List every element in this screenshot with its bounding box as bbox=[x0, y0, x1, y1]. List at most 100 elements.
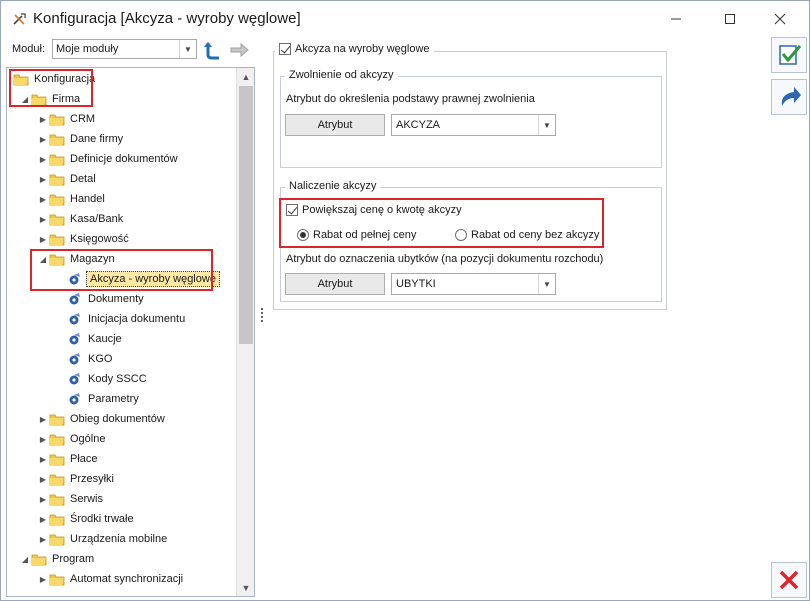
back-button[interactable] bbox=[771, 79, 807, 115]
tree-item[interactable]: ▶ Kasa/Bank bbox=[7, 209, 236, 229]
expand-arrow-icon[interactable]: ▶ bbox=[37, 129, 49, 149]
chevron-down-icon[interactable]: ▼ bbox=[179, 40, 196, 58]
tree-rows: Konfiguracja ◢ Firma ▶ CRM ▶ Dane firmy ▶ Defini… bbox=[7, 68, 236, 596]
tree-item[interactable]: ▶ Środki trwałe bbox=[7, 509, 236, 529]
scroll-thumb[interactable] bbox=[239, 86, 253, 344]
tree-item[interactable]: ▶ Serwis bbox=[7, 489, 236, 509]
expand-arrow-icon[interactable]: ▶ bbox=[37, 109, 49, 129]
scroll-up-icon[interactable]: ▲ bbox=[237, 68, 254, 85]
excise-main-legend[interactable]: Akcyza na wyroby węglowe bbox=[275, 43, 434, 55]
save-check-icon bbox=[779, 45, 802, 65]
tree-item-label: Program bbox=[52, 553, 95, 565]
collapse-arrow-icon[interactable]: ◢ bbox=[37, 249, 49, 269]
folder-icon bbox=[13, 72, 29, 86]
maximize-button[interactable] bbox=[707, 1, 753, 37]
excise-checkbox[interactable] bbox=[279, 43, 291, 55]
exemption-attribute-select[interactable]: AKCYZA ▼ bbox=[391, 114, 556, 136]
minimize-button[interactable] bbox=[653, 1, 699, 37]
exemption-description: Atrybut do określenia podstawy prawnej z… bbox=[286, 93, 535, 105]
tree-item[interactable]: ▶ CRM bbox=[7, 109, 236, 129]
exemption-attribute-button[interactable]: Atrybut bbox=[285, 114, 385, 136]
tree-item[interactable]: ▶ Definicje dokumentów bbox=[7, 149, 236, 169]
collapse-arrow-icon[interactable]: ◢ bbox=[19, 89, 31, 109]
tree-item[interactable]: Kaucje bbox=[7, 329, 236, 349]
tree-item[interactable]: ◢ Magazyn bbox=[7, 249, 236, 269]
increase-price-option[interactable]: Powiększaj cenę o kwotę akcyzy bbox=[286, 204, 462, 216]
tree-item[interactable]: ▶ Przesyłki bbox=[7, 469, 236, 489]
chevron-down-icon[interactable]: ▼ bbox=[538, 115, 555, 135]
expand-arrow-icon[interactable]: ▶ bbox=[37, 409, 49, 429]
loss-attribute-button[interactable]: Atrybut bbox=[285, 273, 385, 295]
module-label: Moduł: bbox=[12, 43, 46, 55]
expand-arrow-icon[interactable]: ▶ bbox=[37, 489, 49, 509]
exemption-attribute-value: AKCYZA bbox=[396, 119, 441, 131]
expand-arrow-icon[interactable]: ▶ bbox=[37, 529, 49, 549]
expand-arrow-icon[interactable]: ▶ bbox=[37, 169, 49, 189]
tree-item[interactable]: ▶ Płace bbox=[7, 449, 236, 469]
tree-item-label: Kody SSCC bbox=[88, 373, 147, 385]
cancel-button[interactable] bbox=[771, 562, 807, 598]
folder-icon bbox=[49, 112, 65, 126]
refresh-button[interactable] bbox=[202, 39, 224, 61]
loss-attribute-select[interactable]: UBYTKI ▼ bbox=[391, 273, 556, 295]
radio-full-price[interactable] bbox=[297, 229, 309, 241]
wrench-icon bbox=[13, 13, 26, 25]
expand-arrow-icon[interactable]: ▶ bbox=[37, 229, 49, 249]
collapse-arrow-icon[interactable]: ◢ bbox=[19, 549, 31, 569]
tree-item[interactable]: ▶ Detal bbox=[7, 169, 236, 189]
chevron-down-icon[interactable]: ▼ bbox=[538, 274, 555, 294]
save-button[interactable] bbox=[771, 37, 807, 73]
expand-arrow-icon[interactable]: ▶ bbox=[37, 149, 49, 169]
folder-icon bbox=[49, 252, 65, 266]
expand-arrow-icon[interactable]: ▶ bbox=[37, 569, 49, 589]
tree-item[interactable]: ◢ Program bbox=[7, 549, 236, 569]
folder-icon bbox=[49, 192, 65, 206]
folder-icon bbox=[49, 212, 65, 226]
expand-arrow-icon[interactable]: ▶ bbox=[37, 429, 49, 449]
tree-item[interactable]: ▶ Ogólne bbox=[7, 429, 236, 449]
settings-leaf-icon bbox=[67, 272, 83, 286]
tree-item[interactable]: Parametry bbox=[7, 389, 236, 409]
scroll-down-icon[interactable]: ▼ bbox=[237, 579, 254, 596]
folder-icon bbox=[49, 572, 65, 586]
loss-attribute-value: UBYTKI bbox=[396, 278, 436, 290]
increase-price-checkbox[interactable] bbox=[286, 204, 298, 216]
folder-icon bbox=[49, 132, 65, 146]
expand-arrow-icon[interactable]: ▶ bbox=[37, 209, 49, 229]
tree-item[interactable]: Dokumenty bbox=[7, 289, 236, 309]
folder-icon bbox=[31, 92, 47, 106]
tree-item[interactable]: ▶ Obieg dokumentów bbox=[7, 409, 236, 429]
tree-item[interactable]: ▶ Dane firmy bbox=[7, 129, 236, 149]
tree-item[interactable]: Inicjacja dokumentu bbox=[7, 309, 236, 329]
radio-net-price-option[interactable]: Rabat od ceny bez akcyzy bbox=[455, 229, 599, 241]
expand-arrow-icon[interactable]: ▶ bbox=[37, 509, 49, 529]
export-button[interactable] bbox=[228, 39, 250, 61]
radio-full-price-option[interactable]: Rabat od pełnej ceny bbox=[297, 229, 416, 241]
settings-leaf-icon bbox=[67, 372, 83, 386]
tree-scrollbar[interactable]: ▲ ▼ bbox=[236, 68, 254, 596]
settings-leaf-icon bbox=[67, 332, 83, 346]
tree-item-label: Akcyza - wyroby węglowe bbox=[86, 271, 220, 287]
radio-net-price[interactable] bbox=[455, 229, 467, 241]
tree-item[interactable]: ▶ Księgowość bbox=[7, 229, 236, 249]
maximize-icon bbox=[725, 14, 735, 24]
close-window-button[interactable] bbox=[757, 1, 803, 37]
tree-item[interactable]: Akcyza - wyroby węglowe bbox=[7, 269, 236, 289]
tree-item[interactable]: KGO bbox=[7, 349, 236, 369]
expand-arrow-icon[interactable]: ▶ bbox=[37, 469, 49, 489]
tree-item[interactable]: ▶ Automat synchronizacji bbox=[7, 569, 236, 589]
tree-item[interactable]: ▶ Handel bbox=[7, 189, 236, 209]
tree-item[interactable]: ▶ Urządzenia mobilne bbox=[7, 529, 236, 549]
expand-arrow-icon[interactable]: ▶ bbox=[37, 449, 49, 469]
tree-item[interactable]: Kody SSCC bbox=[7, 369, 236, 389]
tree-item[interactable]: Konfiguracja bbox=[7, 69, 236, 89]
expand-arrow-icon[interactable]: ▶ bbox=[37, 189, 49, 209]
module-select[interactable]: Moje moduły ▼ bbox=[52, 39, 197, 59]
tree-item[interactable]: ◢ Firma bbox=[7, 89, 236, 109]
folder-icon bbox=[49, 172, 65, 186]
panel-splitter[interactable] bbox=[260, 308, 264, 324]
